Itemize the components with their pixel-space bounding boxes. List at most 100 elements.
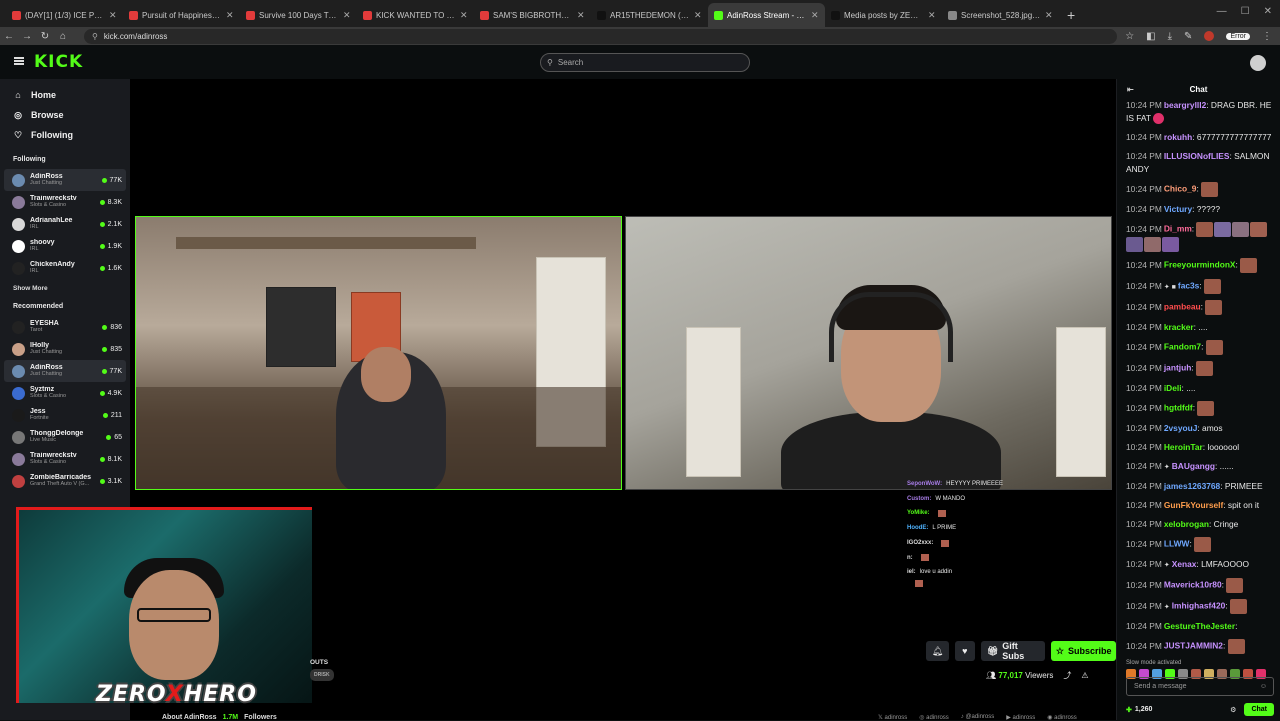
sidebar-channel-zombiebarricades[interactable]: ZombieBarricades Grand Theft Auto V (G...… [4,470,126,492]
chat-username[interactable]: fac3s [1178,281,1199,291]
chat-username[interactable]: Imhighasf420 [1172,601,1226,611]
chat-username[interactable]: Victury [1164,204,1192,214]
back-icon[interactable]: ← [0,31,18,42]
menu-dots-icon[interactable]: ⋮ [1262,31,1272,42]
collapse-chat-icon[interactable]: ⇤ [1127,85,1134,94]
chat-username[interactable]: ILLUSIONofLIES [1164,151,1230,161]
tab-close-icon[interactable]: ✕ [811,10,819,21]
chat-username[interactable]: beargrylll2 [1164,100,1206,110]
sidebar-channel-jess[interactable]: Jess Fortnite 211 [4,404,126,426]
close-window-icon[interactable]: ✕ [1264,6,1272,17]
chat-username[interactable]: BAUgangg [1172,461,1215,471]
browser-tab[interactable]: Screenshot_528.jpg (1175×707) ✕ [942,3,1059,27]
forward-icon[interactable]: → [18,31,36,42]
browser-tab[interactable]: SAM'S BIGBROTHER HOUSE & ✕ [474,3,591,27]
sidebar-channel-adrianahlee[interactable]: AdrianahLee IRL 2.1K [4,213,126,235]
sidebar-nav-home[interactable]: ⌂ Home [4,85,126,105]
channel-info: Syztmz Slots & Casino [30,386,100,400]
browser-tab[interactable]: Media posts by ZEROXHERO (✕ [825,3,942,27]
subscribe-button[interactable]: ☆ Subscribe [1051,641,1116,661]
chat-username[interactable]: GestureTheJester [1164,621,1235,631]
sidebar-channel-chickenandy[interactable]: ChickenAndy IRL 1.6K [4,257,126,279]
send-chat-button[interactable]: Chat [1244,703,1274,716]
chat-username[interactable]: jantjuh [1164,363,1191,373]
chat-username[interactable]: kracker [1164,322,1194,332]
chat-username[interactable]: GunFkYourself [1164,500,1223,510]
chat-username[interactable]: iDeli [1164,383,1182,393]
chat-username[interactable]: hgtdfdf [1164,403,1193,413]
sidebar-channel-eyesha[interactable]: EYESHA Tarot 836 [4,316,126,338]
browser-tab[interactable]: AdinRoss Stream - Watch Li ✕ [708,3,825,27]
sidebar-channel-syztmz[interactable]: Syztmz Slots & Casino 4.9K [4,382,126,404]
stream-player[interactable]: SeponWoW: HEYYYY PRIMEEEE Custom: W MANDO Yo… [16,79,1116,721]
chat-username[interactable]: rokuhh [1164,132,1192,142]
share-icon[interactable]: ⤴ [1063,670,1071,681]
chat-username[interactable]: pambeau [1164,302,1201,312]
chat-username[interactable]: Di_mm [1164,224,1192,234]
browser-tab[interactable]: Pursuit of Happiness [Steve Ad ✕ [123,3,240,27]
chat-message-input[interactable]: Send a message ☺ [1126,677,1274,696]
sidebar-channel-lholly[interactable]: lHolly Just Chatting 835 [4,338,126,360]
chat-username[interactable]: HeroinTar [1164,442,1203,452]
stream-controls: 🔔︎ ♥ 🎁︎ Gift Subs ☆ Subscribe [926,641,1116,661]
emoji-picker-icon[interactable]: ☺ [1260,683,1267,690]
chat-settings-icon[interactable]: ⚙ [1230,706,1236,714]
sidebar-channel-adinross[interactable]: AdinRoss Just Chatting 77K [4,360,126,382]
sidebar-channel-thonggdelonge[interactable]: ThonggDelonge Live Music 65 [4,426,126,448]
hamburger-menu-icon[interactable] [14,57,24,65]
user-avatar[interactable] [1250,55,1266,71]
chat-username[interactable]: JUSTJAMMIN2 [1164,641,1223,651]
tab-close-icon[interactable]: ✕ [109,10,117,21]
extensions-icon[interactable]: ◧ [1146,31,1155,42]
search-input[interactable]: ⚲ Search [540,53,750,72]
chat-username[interactable]: xelobrogan [1164,519,1209,529]
url-input[interactable]: ⚲ kick.com/adinross [84,28,1118,44]
chat-username[interactable]: Fandom7 [1164,342,1201,352]
new-tab-button[interactable]: + [1059,7,1083,27]
download-icon[interactable]: ⤓ [1168,31,1172,42]
chat-username[interactable]: FreeyourmindonX [1164,260,1236,270]
show-more-link[interactable]: Show More [4,279,126,292]
home-browser-icon[interactable]: ⌂ [54,31,72,42]
sidebar-channel-adinross[interactable]: AdinRoss Just Chatting 77K [4,169,126,191]
reload-icon[interactable]: ↻ [36,31,54,42]
sidebar-channel-shoovy[interactable]: shoovy IRL 1.9K [4,235,126,257]
chat-username[interactable]: 2vsyouJ [1164,423,1198,433]
browser-tab[interactable]: KICK WANTED TO SIGN ADIN ✕ [357,3,474,27]
site-info-icon[interactable]: ⚲ [92,32,98,41]
puzzle-icon[interactable]: ✎ [1184,31,1192,42]
tab-close-icon[interactable]: ✕ [226,10,234,21]
error-badge[interactable]: Error [1226,32,1250,40]
profile-icon[interactable] [1204,31,1215,41]
tab-close-icon[interactable]: ✕ [460,10,468,21]
gift-subs-label: Gift Subs [1002,641,1025,661]
tab-close-icon[interactable]: ✕ [1045,10,1053,21]
tab-close-icon[interactable]: ✕ [343,10,351,21]
chat-username[interactable]: Xenax [1172,559,1197,569]
chat-username[interactable]: LLWW [1164,539,1190,549]
tab-close-icon[interactable]: ✕ [928,10,936,21]
bookmark-star-icon[interactable]: ☆ [1125,31,1134,42]
follow-heart-button[interactable]: ♥ [954,641,975,661]
chat-username[interactable]: Maverick10r80 [1164,580,1222,590]
gift-subs-button[interactable]: 🎁︎ Gift Subs [980,641,1046,661]
sidebar-nav-browse[interactable]: ◎ Browse [4,105,126,125]
tab-close-icon[interactable]: ✕ [694,10,702,21]
chat-username[interactable]: james1263768 [1164,481,1220,491]
sidebar-channel-trainwreckstv[interactable]: Trainwreckstv Slots & Casino 8.3K [4,191,126,213]
browser-tab[interactable]: Survive 100 Days Trapped In A ✕ [240,3,357,27]
minimize-icon[interactable]: — [1217,6,1227,17]
browser-tab[interactable]: (DAY[1] (1/3) ICE POSEIDON'S ✕ [6,3,123,27]
chat-username[interactable]: Chico_9 [1164,184,1197,194]
browser-tab[interactable]: AR15THEDEMON (@AR15thed ✕ [591,3,708,27]
sidebar-nav-following[interactable]: ♡ Following [4,125,126,145]
sidebar-channel-trainwreckstv[interactable]: Trainwreckstv Slots & Casino 8.1K [4,448,126,470]
notification-bell-button[interactable]: 🔔︎ [926,641,949,661]
maximize-icon[interactable]: ☐ [1241,6,1250,17]
tab-close-icon[interactable]: ✕ [577,10,585,21]
channel-points[interactable]: ✚ 1,260 [1126,706,1152,714]
kick-logo[interactable]: KICK [34,52,83,72]
report-icon[interactable]: ⚠ [1081,671,1088,680]
stream-tag[interactable]: DRISK [310,669,334,681]
site-header: KICK ⚲ Search [0,45,1280,79]
